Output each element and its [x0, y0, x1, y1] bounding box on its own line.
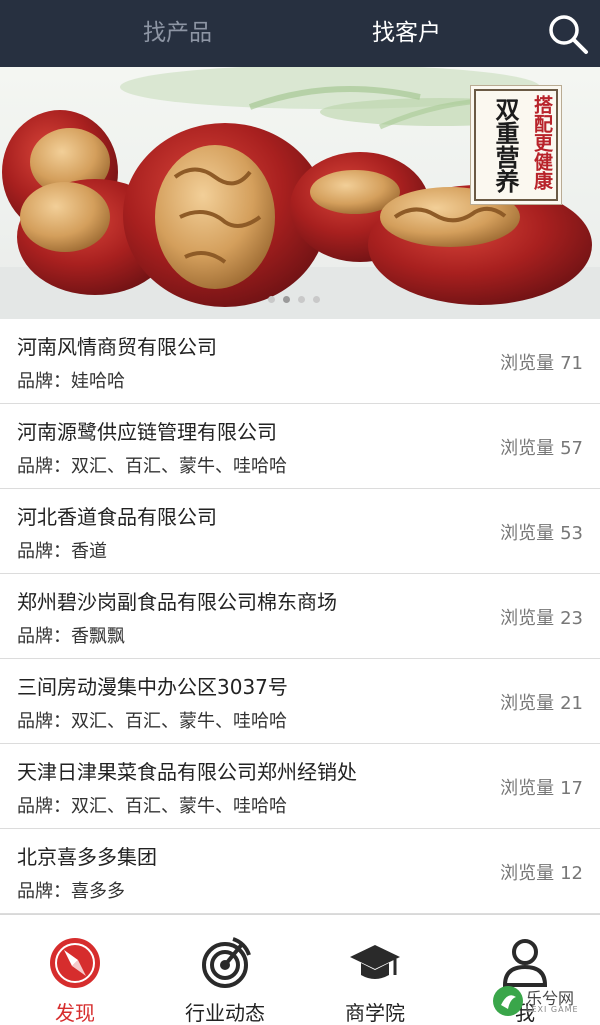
- promo-banner[interactable]: 搭配更健康 双重营养: [0, 67, 600, 319]
- view-count: 浏览量 12: [500, 863, 583, 884]
- view-count: 浏览量 23: [500, 608, 583, 629]
- brand-line: 品牌：喜多多: [17, 881, 125, 902]
- list-item[interactable]: 天津日津果菜食品有限公司郑州经销处 品牌：双汇、百汇、蒙牛、哇哈哈 浏览量 17: [0, 744, 600, 829]
- carousel-dot[interactable]: [268, 296, 275, 303]
- top-header: 找产品 找客户: [0, 0, 600, 67]
- company-name: 河南源鹭供应链管理有限公司: [17, 420, 277, 444]
- brand-line: 品牌：香飘飘: [17, 626, 125, 647]
- list-item[interactable]: 河南源鹭供应链管理有限公司 品牌：双汇、百汇、蒙牛、哇哈哈 浏览量 57: [0, 404, 600, 489]
- promo-tag: 搭配更健康 双重营养: [474, 89, 558, 201]
- carousel-dot[interactable]: [313, 296, 320, 303]
- nav-label: 发现: [55, 1001, 95, 1025]
- company-name: 河北香道食品有限公司: [17, 505, 217, 529]
- view-count: 浏览量 57: [500, 438, 583, 459]
- search-icon: [549, 15, 588, 54]
- company-name: 河南风情商贸有限公司: [17, 335, 217, 359]
- graduation-cap-icon: [350, 945, 400, 979]
- list-item[interactable]: 河北香道食品有限公司 品牌：香道 浏览量 53: [0, 489, 600, 574]
- brand-line: 品牌：双汇、百汇、蒙牛、哇哈哈: [17, 711, 287, 732]
- compass-icon: [50, 938, 100, 988]
- brand-line: 品牌：双汇、百汇、蒙牛、哇哈哈: [17, 796, 287, 817]
- promo-subtitle: 搭配更健康: [531, 95, 553, 190]
- company-name: 北京喜多多集团: [17, 845, 157, 869]
- view-count: 浏览量 71: [500, 353, 583, 374]
- carousel-dots[interactable]: [268, 296, 320, 303]
- nav-business-school[interactable]: 商学院: [300, 915, 450, 1025]
- nav-industry-news[interactable]: 行业动态: [150, 915, 300, 1025]
- list-item[interactable]: 郑州碧沙岗副食品有限公司棉东商场 品牌：香飘飘 浏览量 23: [0, 574, 600, 659]
- radar-icon: [202, 937, 251, 988]
- customer-list: 河南风情商贸有限公司 品牌：娃哈哈 浏览量 71 河南源鹭供应链管理有限公司 品牌…: [0, 319, 600, 914]
- view-count: 浏览量 21: [500, 693, 583, 714]
- company-name: 三间房动漫集中办公区3037号: [17, 675, 288, 699]
- brand-line: 品牌：娃哈哈: [17, 371, 125, 392]
- watermark-subtext: LEXI GAME: [526, 1005, 579, 1014]
- view-count: 浏览量 53: [500, 523, 583, 544]
- company-name: 郑州碧沙岗副食品有限公司棉东商场: [17, 590, 337, 614]
- carousel-dot[interactable]: [298, 296, 305, 303]
- list-item[interactable]: 北京喜多多集团 品牌：喜多多 浏览量 12: [0, 829, 600, 914]
- watermark-logo-icon: [493, 986, 523, 1016]
- nav-label: 商学院: [345, 1001, 405, 1025]
- brand-line: 品牌：双汇、百汇、蒙牛、哇哈哈: [17, 456, 287, 477]
- bottom-nav: 发现 行业动态 商学院 我 乐兮网 LEXI GAME: [0, 914, 600, 1025]
- nav-discover[interactable]: 发现: [0, 915, 150, 1025]
- promo-title: 双重营养: [491, 97, 520, 193]
- nav-label: 行业动态: [185, 1001, 265, 1025]
- tab-find-products[interactable]: 找产品: [143, 0, 212, 67]
- user-icon: [502, 939, 548, 987]
- tab-find-customers[interactable]: 找客户: [372, 0, 441, 67]
- list-item[interactable]: 三间房动漫集中办公区3037号 品牌：双汇、百汇、蒙牛、哇哈哈 浏览量 21: [0, 659, 600, 744]
- list-item[interactable]: 河南风情商贸有限公司 品牌：娃哈哈 浏览量 71: [0, 319, 600, 404]
- brand-line: 品牌：香道: [17, 541, 107, 562]
- site-watermark: 乐兮网 LEXI GAME: [492, 983, 590, 1019]
- search-button[interactable]: [546, 12, 590, 56]
- carousel-dot-active[interactable]: [283, 296, 290, 303]
- company-name: 天津日津果菜食品有限公司郑州经销处: [17, 760, 357, 784]
- view-count: 浏览量 17: [500, 778, 583, 799]
